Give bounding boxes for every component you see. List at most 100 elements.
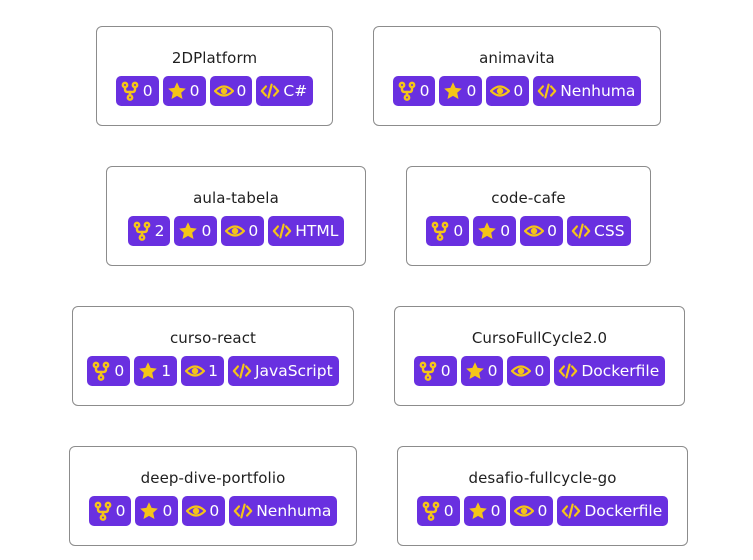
watchers-badge[interactable]: 0 — [510, 496, 554, 526]
stars-badge[interactable]: 1 — [134, 356, 178, 386]
forks-count: 0 — [114, 362, 125, 380]
fork-icon — [430, 221, 450, 241]
language-badge[interactable]: Dockerfile — [554, 356, 666, 386]
forks-badge[interactable]: 2 — [127, 216, 171, 246]
repo-name[interactable]: desafio-fullcycle-go — [398, 469, 687, 487]
repo-name[interactable]: 2DPlatform — [97, 49, 332, 67]
fork-icon — [93, 501, 113, 521]
repo-stats: 0 0 0 C# — [97, 76, 332, 106]
repo-stats: 0 1 1 JavaScript — [73, 356, 353, 386]
forks-badge[interactable]: 0 — [413, 356, 457, 386]
code-icon — [558, 361, 578, 381]
repo-name[interactable]: animavita — [374, 49, 660, 67]
repo-stats: 0 0 0 CSS — [407, 216, 650, 246]
language-label: Nenhuma — [256, 502, 332, 520]
watchers-count: 0 — [236, 82, 247, 100]
language-badge[interactable]: Nenhuma — [533, 76, 642, 106]
language-badge[interactable]: JavaScript — [227, 356, 339, 386]
code-icon — [232, 361, 252, 381]
eye-icon — [514, 501, 535, 521]
repo-name[interactable]: deep-dive-portfolio — [70, 469, 356, 487]
forks-count: 2 — [154, 222, 165, 240]
watchers-badge[interactable]: 1 — [181, 356, 224, 386]
stars-count: 0 — [189, 82, 200, 100]
code-icon — [272, 221, 292, 241]
repo-card[interactable]: CursoFullCycle2.0 0 0 0 Dockerfile — [394, 306, 685, 406]
repo-card[interactable]: animavita 0 0 0 Nenhuma — [373, 26, 661, 126]
language-badge[interactable]: C# — [256, 76, 314, 106]
stars-count: 1 — [161, 362, 172, 380]
repo-card[interactable]: code-cafe 0 0 0 CSS — [406, 166, 651, 266]
forks-badge[interactable]: 0 — [392, 76, 436, 106]
watchers-badge[interactable]: 0 — [507, 356, 551, 386]
star-icon — [465, 361, 485, 381]
repo-name[interactable]: curso-react — [73, 329, 353, 347]
repo-stats: 0 0 0 Nenhuma — [374, 76, 660, 106]
star-icon — [167, 81, 187, 101]
repo-card[interactable]: desafio-fullcycle-go 0 0 0 Dockerfile — [397, 446, 688, 546]
forks-count: 0 — [419, 82, 430, 100]
language-badge[interactable]: Nenhuma — [229, 496, 338, 526]
forks-count: 0 — [443, 502, 454, 520]
language-label: Dockerfile — [584, 502, 663, 520]
stars-count: 0 — [201, 222, 212, 240]
eye-icon — [524, 221, 545, 241]
watchers-count: 0 — [209, 502, 220, 520]
watchers-count: 1 — [208, 362, 218, 380]
repo-card[interactable]: deep-dive-portfolio 0 0 0 Nenhuma — [69, 446, 357, 546]
language-badge[interactable]: HTML — [268, 216, 345, 246]
language-label: Dockerfile — [581, 362, 660, 380]
repo-stats: 0 0 0 Dockerfile — [395, 356, 684, 386]
watchers-badge[interactable]: 0 — [221, 216, 265, 246]
stars-count: 0 — [466, 82, 477, 100]
watchers-count: 0 — [534, 362, 545, 380]
stars-badge[interactable]: 0 — [135, 496, 179, 526]
forks-badge[interactable]: 0 — [88, 496, 132, 526]
watchers-badge[interactable]: 0 — [520, 216, 564, 246]
language-label: CSS — [594, 222, 625, 240]
forks-badge[interactable]: 0 — [87, 356, 131, 386]
stars-count: 0 — [500, 222, 511, 240]
code-icon — [260, 81, 280, 101]
watchers-badge[interactable]: 0 — [209, 76, 253, 106]
stars-badge[interactable]: 0 — [473, 216, 517, 246]
star-icon — [139, 501, 159, 521]
fork-icon — [132, 221, 152, 241]
repo-card[interactable]: aula-tabela 2 0 0 HTML — [106, 166, 366, 266]
watchers-badge[interactable]: 0 — [486, 76, 530, 106]
stars-badge[interactable]: 0 — [162, 76, 206, 106]
stars-count: 0 — [487, 362, 498, 380]
repo-name[interactable]: code-cafe — [407, 189, 650, 207]
forks-badge[interactable]: 0 — [115, 76, 159, 106]
eye-icon — [511, 361, 532, 381]
stars-badge[interactable]: 0 — [439, 76, 483, 106]
language-label: JavaScript — [254, 362, 333, 380]
star-icon — [468, 501, 488, 521]
stars-count: 0 — [490, 502, 501, 520]
stars-badge[interactable]: 0 — [460, 356, 504, 386]
star-icon — [477, 221, 497, 241]
stars-count: 0 — [162, 502, 173, 520]
forks-count: 0 — [115, 502, 126, 520]
star-icon — [443, 81, 463, 101]
stars-badge[interactable]: 0 — [174, 216, 218, 246]
star-icon — [178, 221, 198, 241]
forks-badge[interactable]: 0 — [426, 216, 470, 246]
watchers-count: 0 — [513, 82, 524, 100]
forks-badge[interactable]: 0 — [416, 496, 460, 526]
language-badge[interactable]: CSS — [567, 216, 631, 246]
stars-badge[interactable]: 0 — [463, 496, 507, 526]
repo-card[interactable]: 2DPlatform 0 0 0 C# — [96, 26, 333, 126]
watchers-count: 0 — [547, 222, 558, 240]
forks-count: 0 — [142, 82, 153, 100]
repo-name[interactable]: aula-tabela — [107, 189, 365, 207]
repo-name[interactable]: CursoFullCycle2.0 — [395, 329, 684, 347]
fork-icon — [421, 501, 441, 521]
language-badge[interactable]: Dockerfile — [557, 496, 669, 526]
repo-card[interactable]: curso-react 0 1 1 JavaScript — [72, 306, 354, 406]
watchers-count: 0 — [248, 222, 259, 240]
fork-icon — [397, 81, 417, 101]
watchers-badge[interactable]: 0 — [182, 496, 226, 526]
code-icon — [233, 501, 253, 521]
code-icon — [571, 221, 591, 241]
